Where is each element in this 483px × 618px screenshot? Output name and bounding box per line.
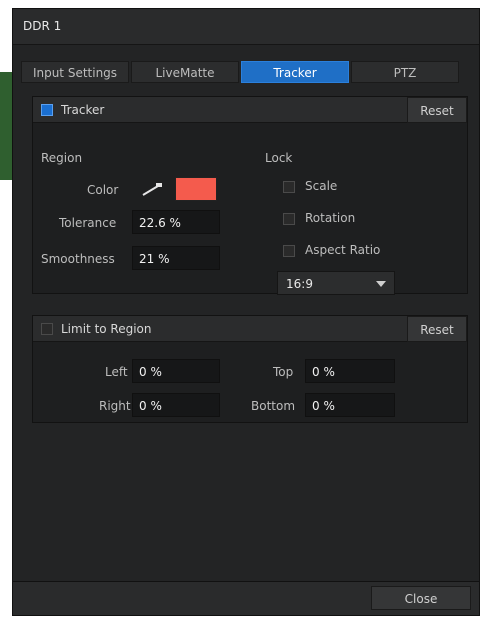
ddr-window: DDR 1 Input Settings LiveMatte Tracker P… [12, 8, 480, 616]
rotation-checkbox[interactable] [283, 213, 295, 225]
aspect-ratio-value: 16:9 [286, 277, 313, 291]
tracker-header-label: Tracker [61, 103, 105, 117]
titlebar: DDR 1 [13, 9, 479, 45]
close-button[interactable]: Close [371, 586, 471, 610]
limit-region-header: Limit to Region Reset [33, 316, 467, 342]
bottom-field[interactable]: 0 % [305, 393, 395, 417]
aspect-ratio-select[interactable]: 16:9 [277, 271, 395, 295]
scale-checkbox[interactable] [283, 181, 295, 193]
left-label: Left [105, 365, 128, 379]
eyedropper-icon[interactable] [138, 177, 168, 201]
footer-bar: Close [13, 581, 479, 615]
lock-label: Lock [265, 151, 293, 165]
tab-tracker[interactable]: Tracker [241, 61, 349, 83]
top-label: Top [273, 365, 294, 379]
aspect-ratio-checkbox[interactable] [283, 245, 295, 257]
tab-input-settings[interactable]: Input Settings [21, 61, 129, 83]
tracker-reset-button[interactable]: Reset [407, 97, 467, 123]
tracker-enable-checkbox[interactable] [41, 104, 53, 116]
limit-region-reset-button[interactable]: Reset [407, 316, 467, 342]
color-label: Color [87, 183, 119, 197]
chevron-down-icon [376, 281, 386, 287]
limit-region-panel: Limit to Region Reset Left 0 % Right 0 %… [32, 315, 468, 423]
rotation-label: Rotation [305, 211, 356, 225]
color-swatch[interactable] [175, 177, 217, 201]
scale-label: Scale [305, 179, 338, 193]
right-field[interactable]: 0 % [132, 393, 220, 417]
tab-bar: Input Settings LiveMatte Tracker PTZ [21, 61, 461, 83]
limit-region-label: Limit to Region [61, 322, 152, 336]
smoothness-field[interactable]: 21 % [132, 246, 220, 270]
top-field[interactable]: 0 % [305, 359, 395, 383]
aspect-ratio-label: Aspect Ratio [305, 243, 381, 257]
tab-livematte[interactable]: LiveMatte [131, 61, 239, 83]
right-label: Right [99, 399, 131, 413]
tracker-header: Tracker Reset [33, 97, 467, 123]
smoothness-label: Smoothness [41, 252, 115, 266]
tab-ptz[interactable]: PTZ [351, 61, 459, 83]
tracker-panel: Tracker Reset Region Color Tolerance 22.… [32, 96, 468, 295]
region-label: Region [41, 151, 83, 165]
limit-region-checkbox[interactable] [41, 323, 53, 335]
window-title: DDR 1 [23, 19, 62, 33]
tolerance-field[interactable]: 22.6 % [132, 210, 220, 234]
left-field[interactable]: 0 % [132, 359, 220, 383]
tolerance-label: Tolerance [59, 216, 117, 230]
bottom-label: Bottom [251, 399, 296, 413]
